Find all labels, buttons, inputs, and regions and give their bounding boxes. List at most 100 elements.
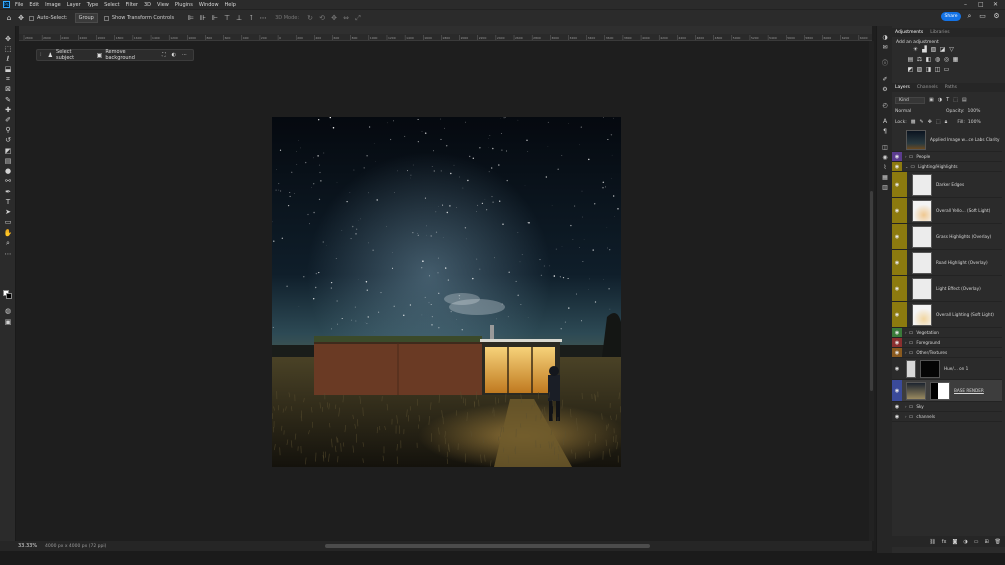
- filter-type-icon[interactable]: T: [946, 97, 949, 103]
- group-expand-icon[interactable]: ›: [905, 154, 907, 159]
- scale-3d-icon[interactable]: ⤢: [354, 14, 362, 22]
- layer-row[interactable]: ◉ BASE RENDER: [892, 380, 1002, 402]
- eyedropper-tool-icon[interactable]: ✎: [3, 96, 13, 105]
- visibility-eye-icon[interactable]: ◉: [892, 162, 902, 171]
- maximize-button[interactable]: □: [978, 1, 984, 8]
- menu-view[interactable]: View: [157, 2, 169, 8]
- visibility-eye-icon[interactable]: ◉: [892, 328, 902, 337]
- filter-adjustment-icon[interactable]: ◑: [938, 97, 942, 103]
- marquee-tool-icon[interactable]: ⬚: [3, 45, 13, 54]
- layer-row[interactable]: ◉ Darker Edges: [892, 172, 1002, 198]
- new-layer-icon[interactable]: ⊞: [984, 539, 988, 545]
- filter-pixel-icon[interactable]: ▣: [929, 97, 934, 103]
- tab-adjustments[interactable]: Adjustments: [895, 30, 923, 35]
- workspace-icon[interactable]: ▭: [978, 12, 987, 21]
- history-icon[interactable]: ◴: [880, 102, 890, 110]
- curves-adjustment-icon[interactable]: ▧: [930, 47, 937, 53]
- group-expand-icon[interactable]: ›: [905, 350, 907, 355]
- blend-mode-dropdown[interactable]: Normal: [895, 109, 940, 114]
- vertical-scrollbar[interactable]: [869, 41, 874, 541]
- menu-select[interactable]: Select: [104, 2, 119, 8]
- tab-libraries[interactable]: Libraries: [930, 30, 949, 35]
- layer-row[interactable]: ◉ Grass Highlights (Overlay): [892, 224, 1002, 250]
- brightness-adjustment-icon[interactable]: ☀: [912, 47, 919, 53]
- layer-row[interactable]: ◉ › ▭ People: [892, 152, 1002, 162]
- layer-row[interactable]: ◉ Overall Lighting (Soft Light): [892, 302, 1002, 328]
- channel-mixer-adjustment-icon[interactable]: ◎: [943, 57, 950, 63]
- layer-row[interactable]: ◉ ⌄ ▭ Lighting/Highlights: [892, 162, 1002, 172]
- group-expand-icon[interactable]: ›: [905, 340, 907, 345]
- search-icon[interactable]: ⌕: [965, 12, 974, 21]
- levels-adjustment-icon[interactable]: ▟: [921, 47, 928, 53]
- channels-icon[interactable]: ◉: [880, 154, 890, 162]
- more-icon[interactable]: ⋯: [182, 52, 187, 58]
- history-brush-tool-icon[interactable]: ↺: [3, 136, 13, 145]
- tab-channels[interactable]: Channels: [917, 85, 938, 90]
- brush-settings-icon[interactable]: ✐: [880, 76, 890, 84]
- quick-mask-icon[interactable]: ◍: [3, 307, 13, 316]
- share-button[interactable]: Share: [941, 12, 961, 21]
- invert-adjustment-icon[interactable]: ◩: [907, 67, 914, 73]
- layer-style-icon[interactable]: fx: [942, 539, 947, 545]
- visibility-eye-icon[interactable]: ◉: [892, 276, 902, 301]
- visibility-eye-icon[interactable]: [892, 128, 902, 151]
- opacity-value[interactable]: 100%: [968, 109, 981, 114]
- roll-3d-icon[interactable]: ⟲: [318, 14, 326, 22]
- vertical-scroll-thumb[interactable]: [870, 191, 873, 391]
- menu-image[interactable]: Image: [45, 2, 61, 8]
- layer-row[interactable]: ◉ › ▭ channels: [892, 412, 1002, 422]
- remove-background-button[interactable]: ▣ Remove background: [97, 49, 156, 61]
- group-expand-icon[interactable]: ›: [905, 404, 907, 409]
- link-layers-icon[interactable]: ⛓: [929, 539, 935, 545]
- more-tools-icon[interactable]: ⋯: [3, 250, 13, 259]
- filter-smart-icon[interactable]: ▤: [962, 97, 967, 103]
- layer-kind-dropdown[interactable]: Kind: [895, 96, 925, 104]
- vibrance-adjustment-icon[interactable]: ▽: [948, 47, 955, 53]
- layer-row[interactable]: ◉ › ▭ Sky: [892, 402, 1002, 412]
- horizontal-ruler[interactable]: 2800 2600 2400 2200 2000 1800 1600 1400 1200 1000…: [19, 34, 872, 41]
- layer-row[interactable]: ◉ › ▭ Other/Textures: [892, 348, 1002, 358]
- slide-3d-icon[interactable]: ⇔: [342, 14, 350, 22]
- visibility-eye-icon[interactable]: ◉: [892, 348, 902, 357]
- layer-row[interactable]: ◉ › ▭ Vegetation: [892, 328, 1002, 338]
- info-icon[interactable]: ⓘ: [880, 60, 890, 68]
- visibility-eye-icon[interactable]: ◉: [892, 224, 902, 249]
- new-group-icon[interactable]: ▭: [974, 539, 979, 545]
- fill-value[interactable]: 100%: [968, 120, 981, 125]
- adjustment-icon[interactable]: ◐: [172, 52, 176, 58]
- align-center-icon[interactable]: ⊪: [199, 14, 207, 22]
- healing-brush-tool-icon[interactable]: ✚: [3, 106, 13, 115]
- menu-file[interactable]: File: [15, 2, 23, 8]
- visibility-eye-icon[interactable]: ◉: [892, 152, 902, 161]
- layer-row[interactable]: ◉ Hue/... on 1: [892, 358, 1002, 380]
- layer-mask-thumbnail[interactable]: [930, 381, 950, 400]
- more-options-icon[interactable]: ⋯: [259, 14, 267, 22]
- lock-artboard-icon[interactable]: ⬚: [936, 119, 941, 125]
- transform-icon[interactable]: ⛶: [162, 52, 166, 58]
- blur-tool-icon[interactable]: ●: [3, 167, 13, 176]
- new-adjustment-icon[interactable]: ◑: [963, 539, 967, 545]
- document-info[interactable]: 4000 px x 4000 px (72 ppi): [45, 544, 106, 549]
- dodge-tool-icon[interactable]: ⚯: [3, 177, 13, 186]
- menu-help[interactable]: Help: [225, 2, 236, 8]
- home-icon[interactable]: ⌂: [5, 14, 13, 22]
- tab-layers[interactable]: Layers: [895, 85, 910, 90]
- layer-mask-thumbnail[interactable]: [920, 359, 940, 378]
- lock-all-icon[interactable]: 🔒︎: [945, 119, 948, 125]
- swatches-icon[interactable]: ▦: [880, 174, 890, 182]
- path-selection-tool-icon[interactable]: ➤: [3, 208, 13, 217]
- hue-saturation-adjustment-icon[interactable]: ▤: [907, 57, 914, 63]
- zoom-tool-icon[interactable]: ⌕: [3, 239, 13, 248]
- taskbar-drag-handle[interactable]: ⁞: [40, 52, 42, 58]
- menu-plugins[interactable]: Plugins: [175, 2, 193, 8]
- layer-row[interactable]: ◉ Light Effect (Overlay): [892, 276, 1002, 302]
- settings-icon[interactable]: ⚙: [992, 12, 1001, 21]
- zoom-level[interactable]: 33.33%: [18, 543, 37, 549]
- group-expand-icon[interactable]: ›: [905, 330, 907, 335]
- menu-window[interactable]: Window: [199, 2, 219, 8]
- rectangle-tool-icon[interactable]: ▭: [3, 218, 13, 227]
- layer-row[interactable]: ◉ Road Highlight (Overlay): [892, 250, 1002, 276]
- move-tool-icon[interactable]: ✥: [3, 35, 13, 44]
- lasso-tool-icon[interactable]: ℓ: [3, 55, 13, 64]
- visibility-eye-icon[interactable]: ◉: [892, 380, 902, 401]
